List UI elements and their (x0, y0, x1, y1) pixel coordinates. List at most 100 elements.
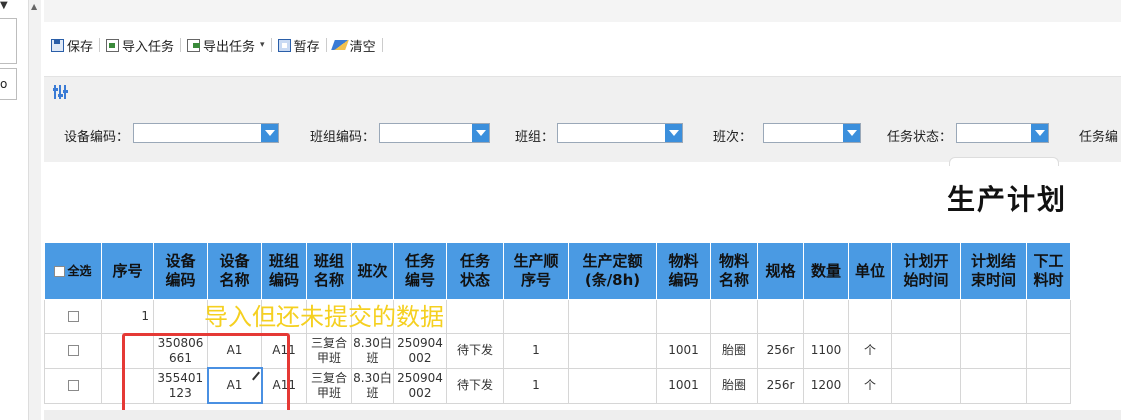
quota-cell[interactable] (568, 333, 657, 369)
horizontal-scrollbar[interactable] (44, 410, 1121, 420)
export-task-button[interactable]: 导出任务 ▾ (184, 36, 268, 55)
unit-cell[interactable] (848, 299, 892, 334)
scroll-up-icon[interactable]: ▲ (31, 2, 37, 11)
task-status-cell[interactable]: 待下发 (446, 333, 504, 369)
material-name-cell[interactable] (710, 299, 758, 334)
column-header[interactable]: 任务 编号 (393, 242, 447, 300)
next-cell[interactable] (1026, 299, 1071, 334)
column-header[interactable]: 班组 编码 (261, 242, 307, 300)
shift-cell[interactable]: 8.30白班 (351, 333, 394, 369)
shift-select[interactable] (763, 123, 861, 143)
task-status-select[interactable] (956, 123, 1049, 143)
row-checkbox[interactable] (67, 380, 79, 391)
material-code-cell[interactable]: 1001 (656, 333, 711, 369)
next-cell[interactable] (1026, 333, 1071, 369)
team-name-cell[interactable]: 三复合甲班 (306, 367, 352, 404)
spec-cell[interactable] (757, 299, 804, 334)
collapse-arrow-icon[interactable]: ▼ (0, 0, 8, 11)
column-header[interactable]: 设备 名称 (207, 242, 262, 300)
qty-cell[interactable]: 1100 (803, 333, 849, 369)
start-time-cell[interactable] (891, 367, 961, 404)
dropdown-arrow-icon[interactable] (1031, 124, 1048, 142)
next-cell[interactable] (1026, 367, 1071, 404)
vertical-scrollbar[interactable]: ▲ (28, 0, 41, 420)
import-label: 导入任务 (122, 39, 175, 55)
material-name-cell[interactable]: 胎圈 (710, 333, 758, 369)
task-no-cell[interactable]: 250904002 (393, 333, 447, 369)
column-header[interactable]: 设备 编码 (153, 242, 208, 300)
column-header[interactable]: 数量 (803, 242, 849, 300)
quota-cell[interactable] (568, 299, 657, 334)
task-status-cell[interactable]: 待下发 (446, 367, 504, 404)
row-checkbox[interactable] (67, 311, 79, 322)
column-header[interactable]: 班次 (351, 242, 394, 300)
prod-seq-cell[interactable] (503, 299, 569, 334)
prod-seq-cell[interactable]: 1 (503, 333, 569, 369)
select-all-checkbox[interactable] (54, 265, 66, 277)
device-code-select[interactable] (133, 123, 279, 143)
shift-cell[interactable]: 8.30白班 (351, 367, 394, 404)
task-status-label: 任务状态： (887, 130, 953, 145)
dropdown-arrow-icon[interactable] (261, 124, 278, 142)
shift-label: 班次： (713, 130, 753, 145)
table-row[interactable]: 1 (44, 299, 1071, 334)
column-header[interactable]: 班组 名称 (306, 242, 352, 300)
column-header[interactable]: 任务 状态 (446, 242, 504, 300)
left-input[interactable] (0, 18, 17, 64)
prod-seq-cell[interactable]: 1 (503, 367, 569, 404)
filter-settings-icon[interactable] (53, 85, 68, 99)
team-code-label: 班组编码： (310, 130, 376, 145)
left-panel: ▼ o ▲ (0, 0, 41, 420)
import-task-button[interactable]: 导入任务 (103, 36, 177, 55)
left-select[interactable]: o (0, 68, 17, 100)
task-status-cell[interactable] (446, 299, 504, 334)
spec-cell[interactable]: 256r (757, 333, 804, 369)
unit-cell[interactable]: 个 (848, 333, 892, 369)
dropdown-arrow-icon[interactable] (843, 124, 860, 142)
end-time-cell[interactable] (960, 299, 1027, 334)
qty-cell[interactable]: 1200 (803, 367, 849, 404)
column-header[interactable]: 单位 (848, 242, 892, 300)
seq-cell[interactable]: 1 (101, 299, 154, 334)
row-select-cell[interactable] (44, 367, 102, 404)
start-time-cell[interactable] (891, 299, 961, 334)
toolbar: 保存 导入任务 导出任务 ▾ 暂存 清空 (44, 22, 1121, 68)
save-button[interactable]: 保存 (48, 36, 96, 55)
row-checkbox[interactable] (67, 345, 79, 357)
column-header[interactable]: 物料 编码 (656, 242, 711, 300)
spec-cell[interactable]: 256r (757, 367, 804, 404)
task-no-cell[interactable]: 250904002 (393, 367, 447, 404)
material-code-cell[interactable] (656, 299, 711, 334)
select-all-header[interactable]: 全选 (44, 242, 102, 300)
column-header[interactable]: 生产定额 (条/8h) (568, 242, 657, 300)
column-header[interactable]: 计划开 始时间 (891, 242, 961, 300)
team-code-select[interactable] (379, 123, 490, 143)
end-time-cell[interactable] (960, 367, 1027, 404)
device-code-cell[interactable] (153, 299, 208, 334)
toolbar-divider (99, 38, 101, 52)
material-name-cell[interactable]: 胎圈 (710, 367, 758, 404)
column-header[interactable]: 规格 (757, 242, 804, 300)
stash-button[interactable]: 暂存 (275, 36, 323, 55)
team-label: 班组： (515, 130, 555, 145)
dropdown-arrow-icon[interactable] (665, 124, 682, 142)
eraser-icon (330, 40, 349, 50)
team-select[interactable] (557, 123, 683, 143)
row-select-cell[interactable] (44, 299, 102, 334)
column-header[interactable]: 序号 (101, 242, 154, 300)
qty-cell[interactable] (803, 299, 849, 334)
clear-button[interactable]: 清空 (330, 36, 379, 55)
quota-cell[interactable] (568, 367, 657, 404)
start-time-cell[interactable] (891, 333, 961, 369)
column-header[interactable]: 生产顺 序号 (503, 242, 569, 300)
team-name-cell[interactable]: 三复合甲班 (306, 333, 352, 369)
filter-collapse-tab[interactable] (949, 157, 1059, 166)
unit-cell[interactable]: 个 (848, 367, 892, 404)
material-code-cell[interactable]: 1001 (656, 367, 711, 404)
end-time-cell[interactable] (960, 333, 1027, 369)
dropdown-arrow-icon[interactable] (472, 124, 489, 142)
column-header[interactable]: 计划结 束时间 (960, 242, 1027, 300)
column-header[interactable]: 物料 名称 (710, 242, 758, 300)
row-select-cell[interactable] (44, 333, 102, 369)
column-header[interactable]: 下工 料时 (1026, 242, 1071, 300)
